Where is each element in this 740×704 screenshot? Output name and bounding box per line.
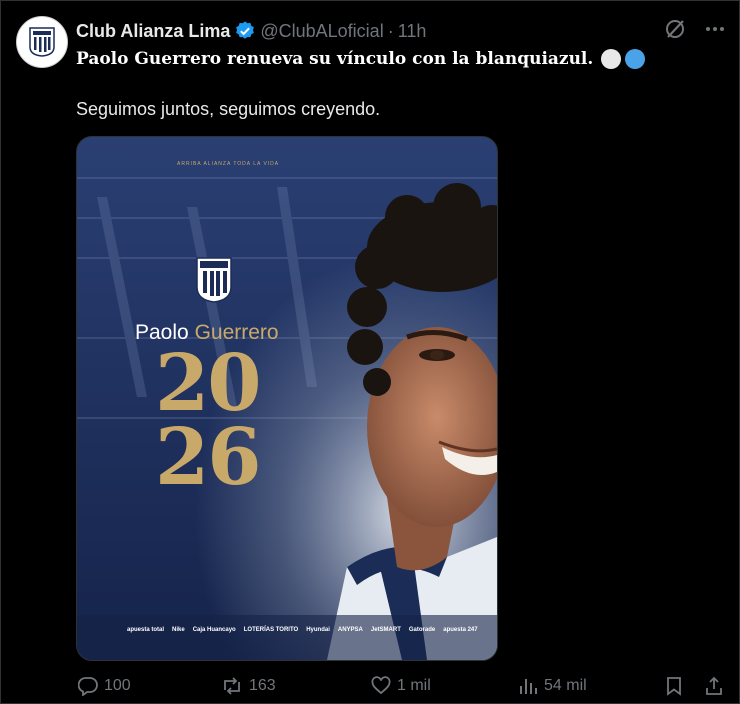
sponsor-item: apuesta 247 — [443, 627, 478, 633]
year-top: 20 — [155, 338, 262, 429]
image-top-banner: ARRIBA ALIANZA TODA LA VIDA — [177, 161, 280, 167]
sponsor-item: Gatorade — [408, 627, 436, 633]
post-headline-row: Paolo Guerrero renueva su vínculo con la… — [76, 49, 646, 69]
post-subtext: Seguimos juntos, seguimos creyendo. — [76, 99, 381, 119]
year-bottom: 26 — [155, 412, 262, 503]
alianza-crest-icon — [29, 27, 55, 57]
reply-button[interactable]: 100 — [78, 676, 131, 696]
sponsor-item: apuesta total — [127, 627, 165, 633]
like-button[interactable]: 1 mil — [371, 676, 431, 696]
reply-count: 100 — [104, 677, 131, 694]
sponsor-item: JetSMART — [370, 627, 401, 633]
tweet-header: Club Alianza Lima @ClubALoficial · 11h — [76, 20, 426, 42]
account-name[interactable]: Club Alianza Lima — [76, 21, 230, 42]
top-actions — [664, 18, 726, 40]
views-count: 54 mil — [544, 677, 587, 694]
heart-icon — [371, 676, 391, 695]
repost-count: 163 — [249, 677, 276, 694]
views-button[interactable]: 54 mil — [518, 676, 587, 696]
avatar[interactable] — [16, 16, 68, 68]
account-handle[interactable]: @ClubALoficial — [260, 21, 383, 42]
action-bar: 100 163 1 mil 54 mil — [0, 676, 740, 700]
blue-circle-emoji — [625, 49, 646, 69]
separator-dot: · — [387, 20, 394, 41]
sponsor-item: Caja Huancayo — [192, 627, 236, 633]
bookmark-icon — [667, 677, 681, 696]
sponsor-item: LOTERÍAS TORITO — [243, 627, 299, 633]
more-options-icon[interactable] — [704, 18, 726, 40]
image-background — [77, 137, 497, 660]
share-button[interactable] — [704, 676, 724, 696]
sponsor-item: Nike — [172, 627, 185, 633]
club-crest-icon — [196, 257, 232, 303]
bookmark-button[interactable] — [665, 676, 683, 696]
sponsor-item: ANYPSA — [337, 627, 363, 633]
sponsor-item: Hyundai — [306, 627, 330, 633]
repost-button[interactable]: 163 — [221, 676, 276, 696]
views-icon — [520, 679, 537, 694]
post-image[interactable]: ARRIBA ALIANZA TODA LA VIDA Paolo Guerre… — [76, 136, 498, 661]
timestamp[interactable]: 11h — [398, 21, 427, 42]
share-icon — [706, 676, 722, 695]
repost-icon — [224, 677, 240, 695]
reply-icon — [78, 677, 98, 696]
post-headline: Paolo Guerrero renueva su vínculo con la… — [76, 49, 594, 69]
verified-badge-icon — [236, 21, 255, 39]
white-circle-emoji — [601, 49, 622, 69]
sponsor-strip: apuesta total Nike Caja Huancayo LOTERÍA… — [127, 627, 478, 633]
grok-icon[interactable] — [664, 18, 686, 40]
like-count: 1 mil — [397, 677, 431, 694]
